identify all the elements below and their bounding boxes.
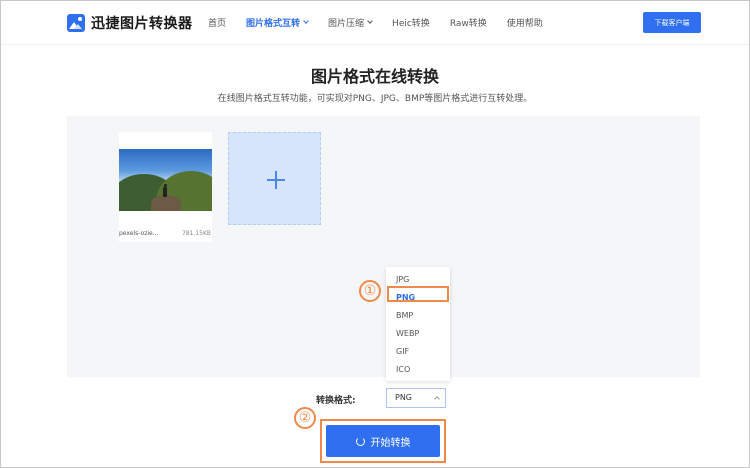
step-marker-2: ②	[294, 407, 316, 429]
nav-item-label: 首页	[208, 19, 227, 29]
download-client-button[interactable]: 下载客户端	[643, 12, 701, 33]
nav-item-label: Raw转换	[449, 19, 487, 29]
format-option-bmp[interactable]: BMP	[386, 307, 450, 325]
logo[interactable]: 迅捷图片转换器	[67, 13, 193, 33]
highlight-box-png	[387, 286, 449, 302]
format-dropdown-menu: JPG PNG BMP WEBP GIF ICO	[386, 267, 450, 381]
nav-item-label: 图片压缩	[328, 19, 365, 29]
header: 迅捷图片转换器 首页 图片格式互转 图片压缩 Heic转换 Raw转换 使用帮助…	[1, 1, 749, 45]
format-option-webp[interactable]: WEBP	[386, 325, 450, 343]
selected-format-value: PNG	[395, 393, 413, 402]
nav-item-help[interactable]: 使用帮助	[507, 16, 543, 29]
chevron-down-icon	[303, 18, 309, 24]
refresh-icon	[355, 436, 365, 446]
format-select[interactable]: PNG	[386, 388, 446, 408]
chevron-up-icon	[434, 396, 440, 402]
nav-item-label: 图片格式互转	[246, 19, 301, 29]
main-nav: 首页 图片格式互转 图片压缩 Heic转换 Raw转换 使用帮助	[208, 16, 543, 29]
nav-item-raw[interactable]: Raw转换	[450, 16, 487, 29]
page-title: 图片格式在线转换	[310, 67, 439, 86]
uploaded-file-card[interactable]	[119, 132, 212, 242]
page-subtitle: 在线图片格式互转功能，可实现对PNG、JPG、BMP等图片格式进行互转处理。	[217, 94, 533, 104]
nav-item-label: Heic转换	[392, 19, 430, 29]
nav-item-format-convert[interactable]: 图片格式互转	[246, 16, 309, 29]
nav-item-compress[interactable]: 图片压缩	[328, 16, 373, 29]
file-name: pexels-ozie...	[119, 230, 159, 237]
format-option-gif[interactable]: GIF	[386, 343, 450, 361]
nav-item-label: 使用帮助	[506, 19, 543, 29]
logo-image-icon	[67, 14, 85, 32]
nav-item-home[interactable]: 首页	[208, 16, 226, 29]
chevron-down-icon	[367, 18, 373, 24]
upload-work-area: pexels-ozie... 781.15KB	[67, 116, 700, 377]
nav-item-heic[interactable]: Heic转换	[392, 16, 430, 29]
file-size: 781.15KB	[182, 230, 212, 237]
plus-icon	[267, 171, 285, 189]
step-marker-1: ①	[359, 280, 381, 302]
add-file-button[interactable]	[228, 132, 321, 225]
start-convert-button[interactable]: 开始转换	[326, 425, 440, 457]
logo-text: 迅捷图片转换器	[91, 16, 193, 32]
file-thumbnail	[119, 149, 212, 211]
start-convert-label: 开始转换	[370, 437, 411, 449]
format-option-ico[interactable]: ICO	[386, 361, 450, 379]
format-label: 转换格式:	[316, 396, 356, 406]
